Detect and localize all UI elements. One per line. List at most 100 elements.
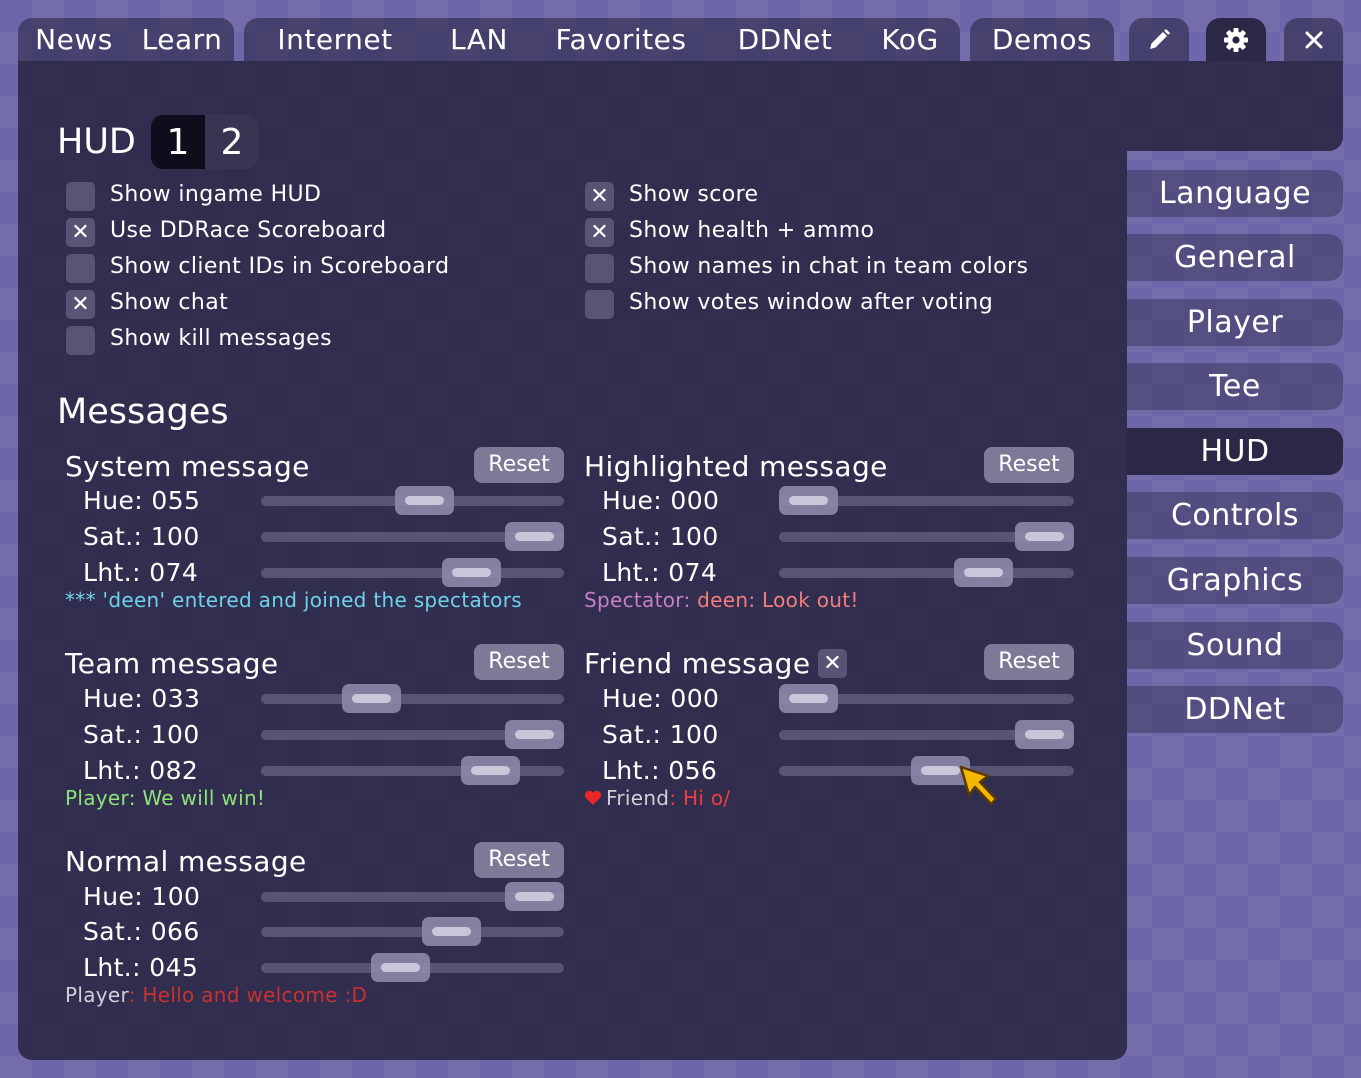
normal-hue-slider[interactable]	[261, 882, 564, 911]
normal-reset-button[interactable]: Reset	[474, 842, 564, 878]
team-reset-button[interactable]: Reset	[474, 644, 564, 680]
sidebar-item-sound[interactable]: Sound	[1127, 622, 1343, 669]
highlighted-lht-label: Lht.: 074	[602, 558, 718, 587]
friend-hue-slider[interactable]	[779, 684, 1074, 713]
highlighted-hue-slider[interactable]	[779, 486, 1074, 515]
slider-thumb[interactable]	[505, 882, 564, 911]
normal-lht-slider[interactable]	[261, 953, 564, 982]
highlighted-reset-button[interactable]: Reset	[984, 447, 1074, 483]
friend-reset-button[interactable]: Reset	[984, 644, 1074, 680]
system-sat-slider[interactable]	[261, 522, 564, 551]
checkbox-label: Show kill messages	[110, 326, 332, 351]
show-score-checkbox[interactable]: ✕	[585, 182, 614, 211]
show-client-ids-checkbox[interactable]	[66, 254, 95, 283]
slider-thumb[interactable]	[953, 558, 1013, 587]
settings-button[interactable]	[1206, 18, 1266, 61]
tabgroup-demos: Demos	[970, 18, 1114, 61]
show-chat-checkbox[interactable]: ✕	[66, 290, 95, 319]
slider-thumb[interactable]	[1015, 522, 1074, 551]
tab-favorites[interactable]: Favorites	[546, 18, 696, 61]
slider-thumb[interactable]	[341, 684, 401, 713]
normal-sat-label: Sat.: 066	[83, 917, 200, 946]
sidebar-item-general[interactable]: General	[1127, 234, 1343, 281]
slider-thumb[interactable]	[441, 558, 501, 587]
sidebar-item-language[interactable]: Language	[1127, 170, 1343, 217]
checkbox-label: Show chat	[110, 290, 229, 315]
close-button[interactable]	[1284, 18, 1343, 61]
tab-kog[interactable]: KoG	[868, 18, 952, 61]
friend-sat-slider[interactable]	[779, 720, 1074, 749]
team-lht-slider[interactable]	[261, 756, 564, 785]
highlighted-lht-slider[interactable]	[779, 558, 1074, 587]
preview-text: : We will win!	[128, 786, 266, 810]
system-lht-slider[interactable]	[261, 558, 564, 587]
sidebar-item-ddnet[interactable]: DDNet	[1127, 686, 1343, 733]
show-ingame-hud-checkbox[interactable]	[66, 182, 95, 211]
show-health-ammo-checkbox[interactable]: ✕	[585, 218, 614, 247]
tab-learn[interactable]: Learn	[134, 18, 230, 61]
slider-thumb[interactable]	[461, 756, 521, 785]
hud-page-1-button[interactable]: 1	[151, 115, 205, 169]
team-sat-label: Sat.: 100	[83, 720, 200, 749]
show-names-team-colors-checkbox[interactable]	[585, 254, 614, 283]
normal-message-preview: Player: Hello and welcome :D	[65, 983, 367, 1007]
tabgroup-close	[1284, 18, 1343, 61]
system-sat-label: Sat.: 100	[83, 522, 200, 551]
team-lht-label: Lht.: 082	[83, 756, 199, 785]
team-sat-slider[interactable]	[261, 720, 564, 749]
tab-demos[interactable]: Demos	[970, 18, 1114, 61]
preview-separator: :	[683, 588, 698, 612]
check-mark-icon: ✕	[71, 220, 90, 245]
normal-hue-label: Hue: 100	[83, 882, 201, 911]
use-ddrace-scoreboard-checkbox[interactable]: ✕	[66, 218, 95, 247]
messages-title: Messages	[57, 392, 229, 432]
slider-thumb[interactable]	[779, 684, 838, 713]
hud-page-2-button[interactable]: 2	[205, 115, 259, 169]
sidebar-item-graphics[interactable]: Graphics	[1127, 557, 1343, 604]
slider-thumb[interactable]	[505, 720, 564, 749]
sidebar-item-player[interactable]: Player	[1127, 299, 1343, 346]
tab-ddnet[interactable]: DDNet	[720, 18, 850, 61]
sidebar-item-tee[interactable]: Tee	[1127, 363, 1343, 410]
highlighted-sat-slider[interactable]	[779, 522, 1074, 551]
preview-name2: deen	[697, 588, 749, 612]
checkbox-label: Show health + ammo	[629, 218, 875, 243]
normal-lht-label: Lht.: 045	[83, 953, 199, 982]
friend-sat-label: Sat.: 100	[602, 720, 719, 749]
sidebar-item-hud[interactable]: HUD	[1127, 428, 1343, 475]
tab-news[interactable]: News	[24, 18, 124, 61]
gear-icon	[1224, 27, 1248, 52]
sidebar-item-controls[interactable]: Controls	[1127, 492, 1343, 539]
tabgroup-settings	[1206, 18, 1266, 61]
preview-name: Player	[65, 786, 129, 810]
friend-message-checkbox[interactable]: ✕	[818, 649, 847, 678]
friend-lht-slider[interactable]	[779, 756, 1074, 785]
system-hue-slider[interactable]	[261, 486, 564, 515]
slider-thumb[interactable]	[370, 953, 430, 982]
slider-thumb[interactable]	[1015, 720, 1074, 749]
slider-thumb[interactable]	[779, 486, 838, 515]
team-hue-label: Hue: 033	[83, 684, 201, 713]
highlighted-message-title: Highlighted message	[584, 450, 888, 483]
checkbox-label: Show score	[629, 182, 759, 207]
normal-sat-slider[interactable]	[261, 917, 564, 946]
hud-title: HUD	[57, 122, 136, 162]
show-kill-messages-checkbox[interactable]	[66, 326, 95, 355]
editor-button[interactable]	[1129, 18, 1189, 61]
slider-thumb[interactable]	[422, 917, 482, 946]
preview-name: Spectator	[584, 588, 684, 612]
slider-thumb[interactable]	[505, 522, 564, 551]
team-hue-slider[interactable]	[261, 684, 564, 713]
tab-lan[interactable]: LAN	[432, 18, 526, 61]
check-mark-icon: ✕	[71, 292, 90, 317]
show-votes-window-checkbox[interactable]	[585, 290, 614, 319]
highlighted-message-preview: Spectator: deen: Look out!	[584, 588, 859, 612]
tabgroup-browser: Internet LAN Favorites DDNet KoG	[244, 18, 960, 61]
highlighted-sat-label: Sat.: 100	[602, 522, 719, 551]
close-icon	[1305, 31, 1322, 48]
slider-thumb[interactable]	[395, 486, 455, 515]
tab-internet[interactable]: Internet	[264, 18, 406, 61]
system-reset-button[interactable]: Reset	[474, 447, 564, 483]
friend-message-preview: Friend: Hi o/	[584, 786, 730, 810]
check-mark-icon: ✕	[590, 184, 609, 209]
